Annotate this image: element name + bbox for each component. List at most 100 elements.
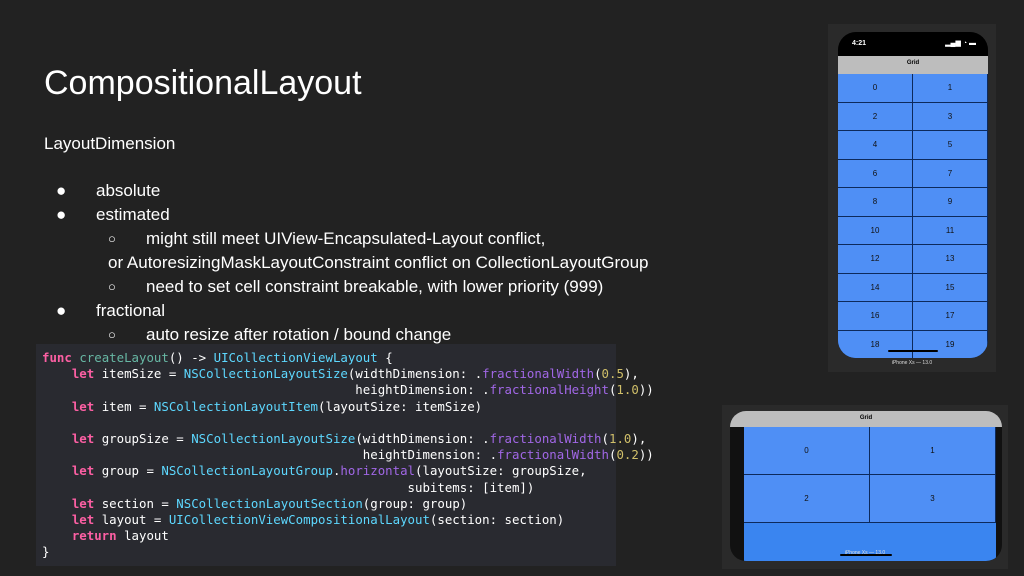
- code-token: ),: [623, 366, 639, 382]
- code-token: return: [71, 528, 125, 544]
- code-token: (widthDimension: .: [347, 366, 483, 382]
- code-line: }: [42, 544, 616, 560]
- bullet-text: fractional: [96, 301, 165, 320]
- code-token: let: [71, 430, 102, 446]
- sub-bullet-text: might still meet UIView-Encapsulated-Lay…: [146, 229, 546, 248]
- bullet-dot-icon: ●: [56, 181, 67, 200]
- sub-bullet-text: need to set cell constraint breakable, w…: [146, 277, 604, 296]
- code-line: let group = NSCollectionLayoutGroup.hori…: [42, 463, 616, 479]
- landscape-phone: Grid 0123: [730, 411, 1002, 561]
- sub-bullet-circle-icon: ○: [108, 231, 116, 246]
- grid-cell: 8: [838, 188, 913, 217]
- nav-bar-title: Grid: [730, 411, 1002, 427]
- code-token: 1.0: [609, 430, 632, 446]
- code-token: UICollectionViewLayout: [213, 350, 378, 365]
- grid-cell: 12: [838, 245, 913, 274]
- grid-cell: 9: [913, 188, 988, 217]
- code-line: subitems: [item]): [42, 480, 616, 496]
- grid-cell: 7: [913, 159, 988, 188]
- bullet-dot-icon: ●: [56, 301, 67, 320]
- code-token: ),: [631, 430, 647, 446]
- grid-cell: 1: [913, 74, 988, 103]
- code-token: let: [71, 398, 102, 414]
- status-bar: 4:21 ▂▄▆ ◔ ▬: [838, 32, 988, 56]
- simulator-caption: iPhone Xs — 13.0: [844, 550, 886, 556]
- grid-cell: 0: [744, 427, 870, 475]
- grid-cell: 1: [870, 427, 996, 475]
- grid-cell: 0: [838, 74, 913, 103]
- code-token: (widthDimension: .: [355, 430, 490, 446]
- code-token: horizontal: [340, 463, 416, 479]
- code-token: group =: [101, 463, 162, 479]
- code-token: fractionalWidth: [482, 366, 595, 382]
- grid-cell: 3: [913, 102, 988, 131]
- code-token: (layoutSize: groupSize,: [415, 463, 587, 479]
- code-token: NSCollectionLayoutSize: [183, 366, 348, 382]
- code-token: (group: group): [362, 495, 468, 511]
- portrait-phone: 4:21 ▂▄▆ ◔ ▬ Grid 0 1 2 3 4 5 6 7 8 9 10 11 12 13 14 15…: [838, 32, 988, 358]
- code-line: let layout = UICollectionViewComposition…: [42, 512, 616, 528]
- code-token: () ->: [168, 350, 214, 365]
- bullet-list: ● absolute ● estimated ○ might still mee…: [56, 179, 649, 347]
- simulator-caption: iPhone Xs — 13.0: [891, 360, 933, 366]
- code-token: }: [42, 544, 50, 560]
- code-token: heightDimension: .: [42, 382, 490, 398]
- home-indicator: [888, 350, 938, 352]
- sub-bullet-continuation: or AutoresizingMaskLayoutConstraint conf…: [56, 251, 649, 275]
- code-token: let: [71, 463, 102, 479]
- code-token: )): [638, 447, 654, 463]
- code-token: layout: [124, 528, 169, 544]
- code-line: let itemSize = NSCollectionLayoutSize(wi…: [42, 366, 639, 382]
- code-token: NSCollectionLayoutGroup: [161, 463, 333, 479]
- grid-cell: 13: [913, 245, 988, 274]
- grid-cell: 5: [913, 131, 988, 160]
- code-token: NSCollectionLayoutSize: [191, 430, 356, 446]
- code-token: createLayout: [79, 350, 169, 365]
- bullet-absolute: ● absolute: [56, 179, 649, 203]
- code-token: NSCollectionLayoutItem: [153, 398, 319, 414]
- code-line: let section = NSCollectionLayoutSection(…: [42, 496, 616, 512]
- sub-bullet-text: or AutoresizingMaskLayoutConstraint conf…: [108, 253, 649, 272]
- grid-cell: 15: [913, 273, 988, 302]
- code-token: groupSize =: [101, 430, 192, 446]
- code-token: let: [71, 495, 102, 511]
- grid-cell: 3: [870, 475, 996, 523]
- code-token: 0.2: [616, 447, 639, 463]
- nav-bar-title: Grid: [838, 56, 988, 74]
- code-token: fractionalWidth: [489, 430, 602, 446]
- grid-cell: 6: [838, 159, 913, 188]
- grid-cell: 17: [913, 302, 988, 331]
- grid-cell: 16: [838, 302, 913, 331]
- grid-cell: 11: [913, 216, 988, 245]
- status-time: 4:21: [852, 40, 867, 47]
- bullet-text: estimated: [96, 205, 170, 224]
- code-token: layout =: [101, 511, 169, 527]
- grid-cell: 10: [838, 216, 913, 245]
- code-token: fractionalHeight: [489, 382, 609, 398]
- bullet-fractional: ● fractional: [56, 299, 649, 323]
- code-token: heightDimension: .: [42, 447, 498, 463]
- code-token: UICollectionViewCompositionalLayout: [168, 511, 430, 527]
- slide-subtitle: LayoutDimension: [44, 134, 176, 153]
- code-token: let: [71, 511, 102, 527]
- code-line: let item = NSCollectionLayoutItem(layout…: [42, 399, 616, 415]
- grid-cell: 14: [838, 273, 913, 302]
- bullet-text: absolute: [96, 181, 161, 200]
- code-line: return layout: [42, 528, 616, 544]
- bullet-dot-icon: ●: [56, 205, 67, 224]
- code-token: 0.5: [601, 366, 624, 382]
- grid-cell: 18: [838, 330, 913, 358]
- bullet-estimated: ● estimated: [56, 203, 649, 227]
- code-token: (section: section): [429, 511, 565, 527]
- code-token: (: [594, 366, 602, 382]
- code-token: fractionalWidth: [497, 447, 609, 463]
- code-token: 1.0: [616, 382, 639, 398]
- grid-cell: 2: [744, 475, 870, 523]
